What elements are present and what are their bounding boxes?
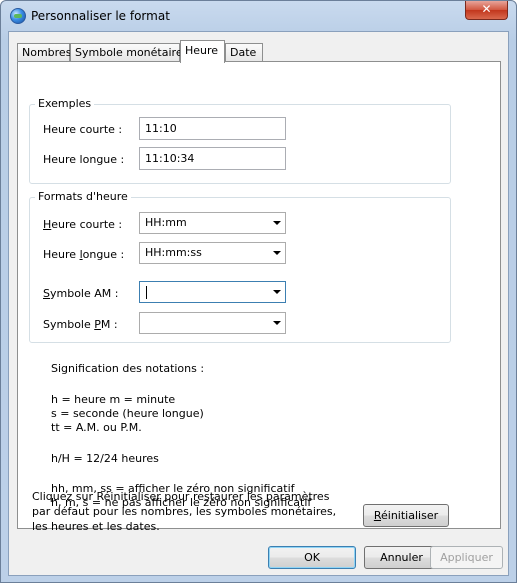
- apply-button[interactable]: Appliquer: [430, 546, 503, 569]
- example-short-field: 11:10: [139, 117, 286, 140]
- format-long-label: Heure longue :: [43, 248, 125, 261]
- tab-nombres[interactable]: Nombres: [17, 43, 71, 62]
- reset-button[interactable]: Réinitialiser: [363, 504, 449, 527]
- dialog-client: Nombres Symbole monétaire Heure Date Exe…: [8, 31, 509, 576]
- formats-group-title: Formats d'heure: [35, 190, 131, 203]
- tab-panel-heure: Exemples Heure courte : 11:10 Heure long…: [17, 61, 501, 529]
- chevron-down-icon[interactable]: [273, 290, 281, 294]
- cancel-button[interactable]: Annuler: [364, 546, 439, 569]
- format-short-label-text: eure courte :: [51, 218, 123, 231]
- chevron-down-icon[interactable]: [273, 251, 281, 255]
- long-time-combo[interactable]: HH:mm:ss: [139, 242, 286, 264]
- am-symbol-combo[interactable]: [139, 281, 286, 303]
- notation-line: tt = A.M. ou P.M.: [51, 421, 142, 434]
- ok-button[interactable]: OK: [268, 546, 356, 569]
- title-bar[interactable]: Personnaliser le format ✕: [1, 1, 516, 31]
- example-short-label: Heure courte :: [43, 123, 123, 136]
- formats-group: Formats d'heure Heure courte : HH:mm Heu…: [29, 190, 451, 343]
- example-long-field: 11:10:34: [139, 147, 286, 170]
- long-time-value: HH:mm:ss: [145, 246, 202, 259]
- am-symbol-label: Symbole AM :: [43, 287, 119, 300]
- pm-symbol-label: Symbole PM :: [43, 318, 118, 331]
- tab-symbole-monetaire[interactable]: Symbole monétaire: [70, 43, 183, 62]
- examples-group: Exemples Heure courte : 11:10 Heure long…: [29, 97, 451, 184]
- short-time-combo[interactable]: HH:mm: [139, 212, 286, 234]
- example-long-label: Heure longue :: [43, 153, 125, 166]
- chevron-down-icon[interactable]: [273, 321, 281, 325]
- pm-symbol-combo[interactable]: [139, 312, 286, 334]
- dialog-window: Personnaliser le format ✕ Nombres Symbol…: [0, 0, 517, 583]
- notation-line: h = heure m = minute: [51, 393, 176, 406]
- text-caret: [146, 286, 147, 299]
- short-time-value: HH:mm: [145, 216, 187, 229]
- notation-line: s = seconde (heure longue): [51, 407, 204, 420]
- tab-date[interactable]: Date: [225, 43, 263, 62]
- window-title: Personnaliser le format: [31, 9, 170, 23]
- tab-heure[interactable]: Heure: [180, 40, 225, 63]
- examples-group-title: Exemples: [35, 97, 95, 110]
- close-button[interactable]: ✕: [465, 1, 508, 20]
- notation-heading: Signification des notations :: [51, 362, 205, 375]
- globe-icon: [10, 8, 26, 24]
- format-short-label: Heure courte :: [43, 218, 123, 231]
- reset-description: Cliquez sur Réinitialiser pour restaurer…: [32, 490, 337, 533]
- chevron-down-icon[interactable]: [273, 221, 281, 225]
- notation-line: h/H = 12/24 heures: [51, 452, 159, 465]
